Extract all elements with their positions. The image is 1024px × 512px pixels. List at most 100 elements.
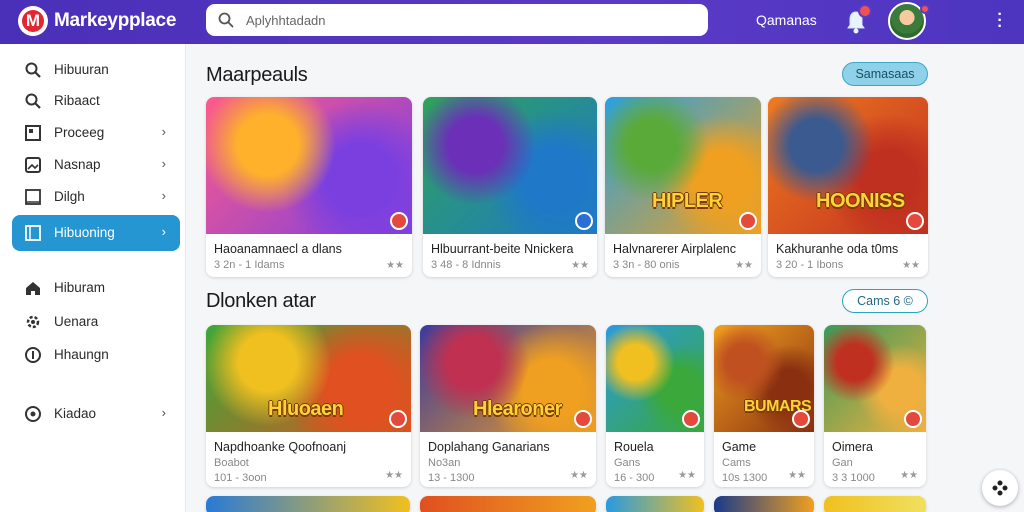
section-action-button[interactable]: Samasaas xyxy=(842,62,928,86)
card-meta: 101 - 3oon xyxy=(214,472,267,484)
game-thumbnail[interactable] xyxy=(605,97,761,234)
game-card[interactable]: Haoanamnaecl a dlans 3 2n - 1 Idams ★★ xyxy=(206,97,412,277)
sidebar-item-8[interactable]: Hhaungn xyxy=(12,340,180,370)
brand-name[interactable]: Markeypplace xyxy=(54,10,176,32)
avatar-badge xyxy=(920,4,930,14)
gear-icon xyxy=(26,315,40,329)
thumbnail-label: HIPLER xyxy=(652,190,723,212)
card-title[interactable]: Oimera xyxy=(832,440,920,454)
rating-stars: ★★ xyxy=(902,260,920,271)
game-card[interactable]: HOONISS Kakhuranhe oda t0ms 3 20 - 1 Ibons… xyxy=(768,97,928,277)
game-card[interactable]: Hluoaen Napdhoanke Qoofnoanj Boabot 101 - 3… xyxy=(206,325,411,487)
section-action-button[interactable]: Cams 6 © xyxy=(842,289,928,313)
card-subtitle: Gan xyxy=(832,457,853,469)
sidebar-item-5[interactable]: Hibuoning › xyxy=(12,215,180,251)
sidebar-item-7[interactable]: Uenara xyxy=(12,307,180,337)
rating-stars: ★★ xyxy=(571,260,589,271)
card-title[interactable]: Haoanamnaecl a dlans xyxy=(214,242,406,256)
sidebar-item-2[interactable]: Proceeg › xyxy=(12,118,180,148)
card-meta: 10s 1300 xyxy=(722,472,768,484)
sidebar-item-label: Uenara xyxy=(54,314,99,329)
section-title: Dlonken atar xyxy=(206,290,316,312)
game-thumbnail[interactable] xyxy=(206,97,412,234)
card-title[interactable]: Halvnarerer Airplalenc xyxy=(613,242,755,256)
game-card[interactable]: HIPLER Halvnarerer Airplalenc 3 3n - 80 on… xyxy=(605,97,761,277)
corner-badge xyxy=(390,212,408,230)
chevron-right-icon: › xyxy=(161,188,166,203)
rating-stars: ★★ xyxy=(678,470,696,481)
gamepad-icon-svg xyxy=(992,480,1008,496)
game-card[interactable]: Hlbuurrant-beite Nnickera 3 48 - 8 Idnnis… xyxy=(423,97,597,277)
corner-badge xyxy=(739,212,757,230)
game-card[interactable]: Oimera Gan 3 3 1000 ★★ xyxy=(824,325,926,487)
sidebar: Hibuuran Ribaact Proceeg › Nasnap › Dilg… xyxy=(0,44,186,512)
search-input[interactable] xyxy=(246,11,686,29)
grid-icon xyxy=(25,125,41,141)
chevron-right-icon: › xyxy=(161,405,166,420)
gamepad-icon[interactable] xyxy=(982,470,1018,506)
card-subtitle: 3 48 - 8 Idnnis xyxy=(431,259,501,271)
game-card[interactable]: BUMARS Game Cams 10s 1300 ★★ xyxy=(714,325,814,487)
sidebar-item-label: Hibuuran xyxy=(54,62,109,77)
card-subtitle: 3 2n - 1 Idams xyxy=(214,259,285,271)
thumbnail-label: HOONISS xyxy=(816,190,905,212)
rating-stars: ★★ xyxy=(385,470,403,481)
top-bar: M Markeypplace Qamanas ··· xyxy=(0,0,1024,44)
sidebar-item-label: Kiadao xyxy=(54,406,97,421)
card-subtitle: Boabot xyxy=(214,457,249,469)
info-icon xyxy=(25,347,41,363)
image-icon xyxy=(25,157,41,173)
chevron-right-icon: › xyxy=(161,224,166,239)
sidebar-item-4[interactable]: Dilgh › xyxy=(12,182,180,212)
search-icon xyxy=(25,93,41,109)
game-card[interactable]: Hlearoner Doplahang Ganarians No3an 13 - 13… xyxy=(420,325,596,487)
corner-badge xyxy=(792,410,810,428)
sidebar-item-label: Hiburam xyxy=(54,280,106,295)
rating-stars: ★★ xyxy=(735,260,753,271)
game-card[interactable]: Rouela Gans 16 - 300 ★★ xyxy=(606,325,704,487)
section-title: Maarpeauls xyxy=(206,64,308,86)
sidebar-item-label: Proceeg xyxy=(54,125,105,140)
kebab-icon[interactable]: · · · xyxy=(993,7,1007,35)
thumbnail-label: Hluoaen xyxy=(268,398,344,420)
game-thumbnail[interactable] xyxy=(768,97,928,234)
sidebar-item-label: Ribaact xyxy=(54,93,100,108)
card-title[interactable]: Napdhoanke Qoofnoanj xyxy=(214,440,405,454)
logo[interactable]: M xyxy=(18,6,48,36)
card-meta: 3 3 1000 xyxy=(832,472,875,484)
card-subtitle: Gans xyxy=(614,457,641,469)
chevron-right-icon: › xyxy=(161,124,166,139)
game-card[interactable] xyxy=(206,496,410,512)
game-card[interactable] xyxy=(606,496,704,512)
chevron-right-icon: › xyxy=(161,156,166,171)
header-link[interactable]: Qamanas xyxy=(756,12,817,28)
sidebar-item-9[interactable]: Kiadao › xyxy=(12,399,180,429)
game-card[interactable] xyxy=(714,496,814,512)
card-title[interactable]: Rouela xyxy=(614,440,698,454)
search-bar[interactable] xyxy=(206,4,708,36)
sidebar-item-label: Nasnap xyxy=(54,157,101,172)
search-icon xyxy=(218,12,234,28)
sidebar-item-1[interactable]: Ribaact xyxy=(12,86,180,116)
corner-badge xyxy=(574,410,592,428)
sidebar-item-0[interactable]: Hibuuran xyxy=(12,55,180,85)
card-title[interactable]: Doplahang Ganarians xyxy=(428,440,590,454)
corner-badge xyxy=(904,410,922,428)
corner-badge xyxy=(682,410,700,428)
sidebar-item-label: Hibuoning xyxy=(54,225,115,240)
home-icon xyxy=(26,282,40,295)
game-card[interactable] xyxy=(420,496,596,512)
card-title[interactable]: Game xyxy=(722,440,808,454)
corner-badge xyxy=(389,410,407,428)
sidebar-item-3[interactable]: Nasnap › xyxy=(12,150,180,180)
card-subtitle: No3an xyxy=(428,457,461,469)
game-thumbnail[interactable] xyxy=(423,97,597,234)
card-meta: 16 - 300 xyxy=(614,472,655,484)
card-title[interactable]: Hlbuurrant-beite Nnickera xyxy=(431,242,591,256)
game-card[interactable] xyxy=(824,496,926,512)
logo-letter: M xyxy=(25,11,41,30)
card-title[interactable]: Kakhuranhe oda t0ms xyxy=(776,242,922,256)
main-content: Maarpeauls Samasaas Haoanamnaecl a dlans… xyxy=(186,44,1024,512)
sidebar-item-6[interactable]: Hiburam xyxy=(12,273,180,303)
card-subtitle: 3 20 - 1 Ibons xyxy=(776,259,844,271)
